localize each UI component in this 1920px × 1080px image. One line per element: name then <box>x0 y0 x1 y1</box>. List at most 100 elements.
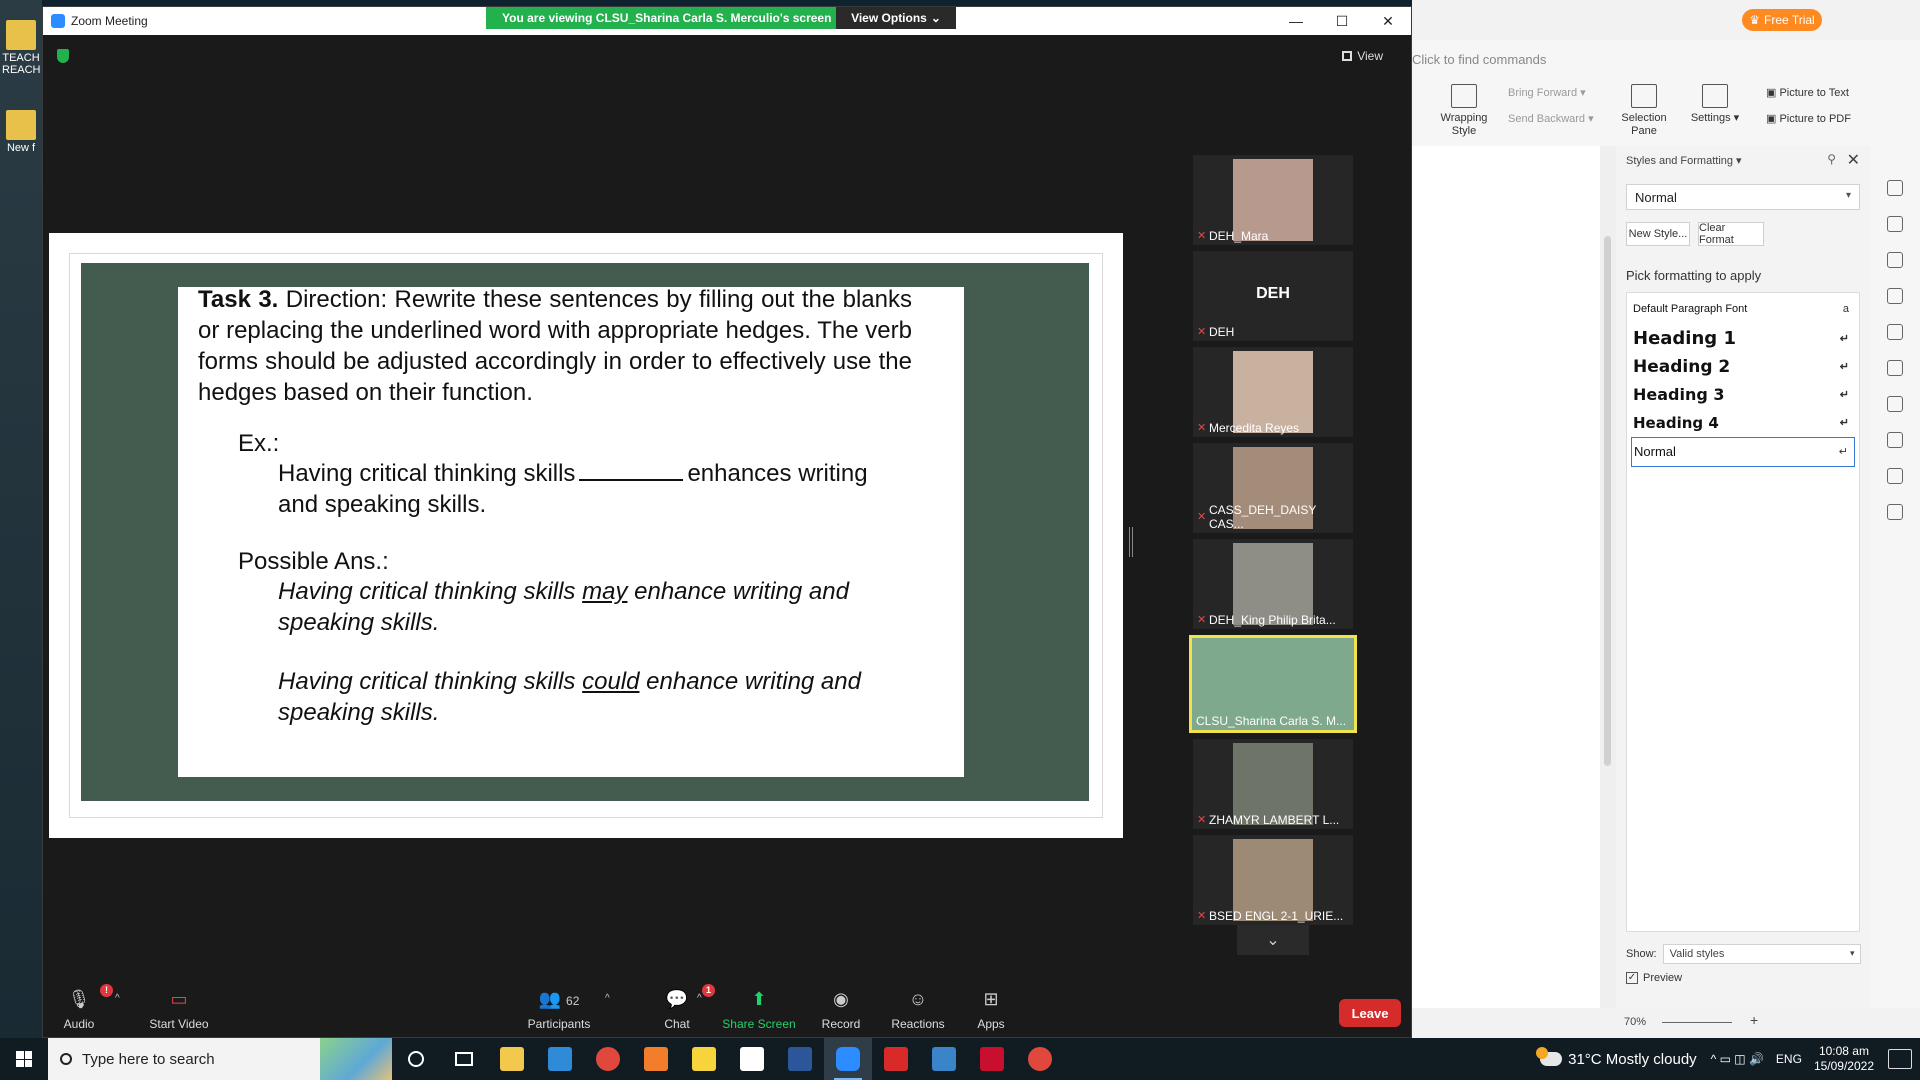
clear-format-button[interactable]: Clear Format <box>1698 222 1764 246</box>
participants-button[interactable]: 👥 62 Participants <box>519 987 599 1031</box>
language-indicator[interactable]: ENG <box>1776 1052 1802 1066</box>
weather-widget[interactable]: 31°C Mostly cloudy <box>1536 1047 1697 1068</box>
show-select[interactable]: Valid styles ▾ <box>1662 944 1861 964</box>
history-icon[interactable] <box>1887 432 1903 448</box>
document-scrollbar[interactable] <box>1600 146 1616 1008</box>
style-item-heading-1[interactable]: Heading 1 ↵ <box>1631 325 1855 353</box>
xampp-button[interactable] <box>632 1038 680 1080</box>
translate-icon[interactable] <box>1887 324 1903 340</box>
file-explorer-button[interactable] <box>488 1038 536 1080</box>
zoom-taskbar-button[interactable] <box>824 1038 872 1080</box>
reactions-button[interactable]: ☺ Reactions <box>883 987 953 1031</box>
share-screen-button[interactable]: ⬆ Share Screen <box>719 987 799 1031</box>
zoom-slider[interactable] <box>1662 1022 1732 1023</box>
participant-tile[interactable]: ✕ CASS_DEH_DAISY CAS... <box>1193 443 1353 533</box>
style-item-default-paragraph-font[interactable]: Default Paragraph Font a <box>1631 297 1855 321</box>
task-view-button[interactable] <box>440 1038 488 1080</box>
wps-button[interactable] <box>872 1038 920 1080</box>
sticky-notes-button[interactable] <box>680 1038 728 1080</box>
zoom-level[interactable]: 70% <box>1624 1016 1646 1028</box>
notifications-icon[interactable] <box>1888 1049 1912 1069</box>
settings-button[interactable]: Settings ▾ <box>1690 84 1740 125</box>
participant-tile[interactable]: ✕ DEH_King Philip Brita... <box>1193 539 1353 629</box>
tray-icons[interactable]: ^ ▭ ◫ 🔊 <box>1711 1052 1764 1066</box>
view-options-button[interactable]: View Options ⌄ <box>836 7 956 29</box>
pointer-icon[interactable] <box>1887 216 1903 232</box>
taskbar-search[interactable]: Type here to search <box>48 1038 392 1080</box>
active-speaker-tile[interactable]: CLSU_Sharina Carla S. M... <box>1189 635 1357 733</box>
wps-titlebar: ♛ Free Trial <box>1412 0 1920 40</box>
participants-options-caret[interactable]: ^ <box>605 993 610 1004</box>
copy-icon[interactable] <box>1887 252 1903 268</box>
maximize-button[interactable]: ☐ <box>1319 7 1365 35</box>
picture-to-pdf-button[interactable]: ▣ Picture to PDF <box>1766 112 1851 125</box>
desktop-icon-label: TEACH REACH <box>2 52 41 76</box>
chrome-button[interactable] <box>584 1038 632 1080</box>
edit-icon[interactable] <box>1887 180 1903 196</box>
wrapping-style-button[interactable]: Wrapping Style <box>1436 84 1492 138</box>
mic-muted-icon: ✕ <box>1197 910 1207 922</box>
code-icon[interactable] <box>1887 360 1903 376</box>
chrome-button-2[interactable] <box>1016 1038 1064 1080</box>
new-style-button[interactable]: New Style... <box>1626 222 1690 246</box>
close-panel-icon[interactable]: ✕ <box>1847 150 1860 170</box>
split-resize-handle[interactable] <box>1129 527 1133 557</box>
word-icon <box>788 1047 812 1071</box>
viewing-banner: You are viewing CLSU_Sharina Carla S. Me… <box>486 7 848 29</box>
backup-icon[interactable] <box>1887 468 1903 484</box>
close-button[interactable]: ✕ <box>1365 7 1411 35</box>
bring-forward-button[interactable]: Bring Forward ▾ <box>1508 86 1586 99</box>
vscode-icon <box>548 1047 572 1071</box>
command-search[interactable]: Click to find commands <box>1412 48 1920 72</box>
selection-pane-button[interactable]: Selection Pane <box>1616 84 1672 138</box>
audio-options-caret[interactable]: ^ <box>115 993 120 1004</box>
scroll-participants-down-button[interactable]: ⌄ <box>1237 925 1309 955</box>
scrollbar-thumb[interactable] <box>1604 236 1611 766</box>
style-item-normal[interactable]: Normal ↵ <box>1631 437 1855 467</box>
style-item-heading-4[interactable]: Heading 4 ↵ <box>1631 409 1855 437</box>
desktop-folder-icon[interactable]: New f <box>2 110 40 154</box>
encryption-shield-icon[interactable] <box>57 49 69 63</box>
help-icon[interactable] <box>1887 504 1903 520</box>
word-button[interactable] <box>776 1038 824 1080</box>
preview-checkbox[interactable]: ✓ <box>1626 972 1638 984</box>
current-style-select[interactable]: Normal ▾ <box>1626 184 1860 210</box>
start-button[interactable] <box>0 1038 48 1080</box>
leave-button[interactable]: Leave <box>1339 999 1401 1027</box>
bring-forward-label: Bring Forward <box>1508 87 1578 99</box>
chat-options-caret[interactable]: ^ <box>697 993 702 1004</box>
lock-icon[interactable] <box>1887 288 1903 304</box>
vscode-button[interactable] <box>536 1038 584 1080</box>
free-trial-button[interactable]: ♛ Free Trial <box>1742 9 1822 31</box>
task-direction: Task 3. Direction: Rewrite these sentenc… <box>198 284 912 408</box>
apps-button[interactable]: ⊞ Apps <box>967 987 1015 1031</box>
style-item-heading-3[interactable]: Heading 3 ↵ <box>1631 381 1855 409</box>
participant-tile[interactable]: ✕ BSED ENGL 2-1_URIE... <box>1193 835 1353 925</box>
record-button[interactable]: ◉ Record <box>813 987 869 1031</box>
adjust-icon[interactable] <box>1887 396 1903 412</box>
style-item-heading-2[interactable]: Heading 2 ↵ <box>1631 353 1855 381</box>
notion-button[interactable] <box>728 1038 776 1080</box>
reactions-label: Reactions <box>891 1017 945 1031</box>
participant-tile[interactable]: DEH ✕ DEH <box>1193 251 1353 341</box>
start-video-button[interactable]: ▭ Start Video <box>139 987 219 1031</box>
participant-tile[interactable]: ✕ DEH_Mara <box>1193 155 1353 245</box>
pin-icon[interactable]: ⚲ <box>1827 152 1836 166</box>
participant-tile[interactable]: ✕ Mercedita Reyes <box>1193 347 1353 437</box>
participant-tile[interactable]: ✕ ZHAMYR LAMBERT L... <box>1193 739 1353 829</box>
minimize-button[interactable]: — <box>1273 7 1319 35</box>
photos-button[interactable] <box>920 1038 968 1080</box>
clock[interactable]: 10:08 am 15/09/2022 <box>1814 1044 1874 1074</box>
cortana-button[interactable] <box>392 1038 440 1080</box>
panel-title[interactable]: Styles and Formatting ▾ <box>1626 154 1742 167</box>
send-backward-button[interactable]: Send Backward ▾ <box>1508 112 1594 125</box>
desktop-folder-icon[interactable]: TEACH REACH <box>2 20 41 76</box>
zoom-icon <box>836 1047 860 1071</box>
preview-toggle[interactable]: ✓ Preview <box>1626 972 1682 984</box>
zoom-in-icon[interactable]: + <box>1750 1012 1758 1028</box>
picture-to-text-button[interactable]: ▣ Picture to Text <box>1766 86 1849 99</box>
view-button[interactable]: View <box>1342 49 1383 63</box>
document-area[interactable] <box>1412 146 1600 1008</box>
audio-button[interactable]: 🎙! Audio <box>53 984 113 1031</box>
mcafee-button[interactable] <box>968 1038 1016 1080</box>
